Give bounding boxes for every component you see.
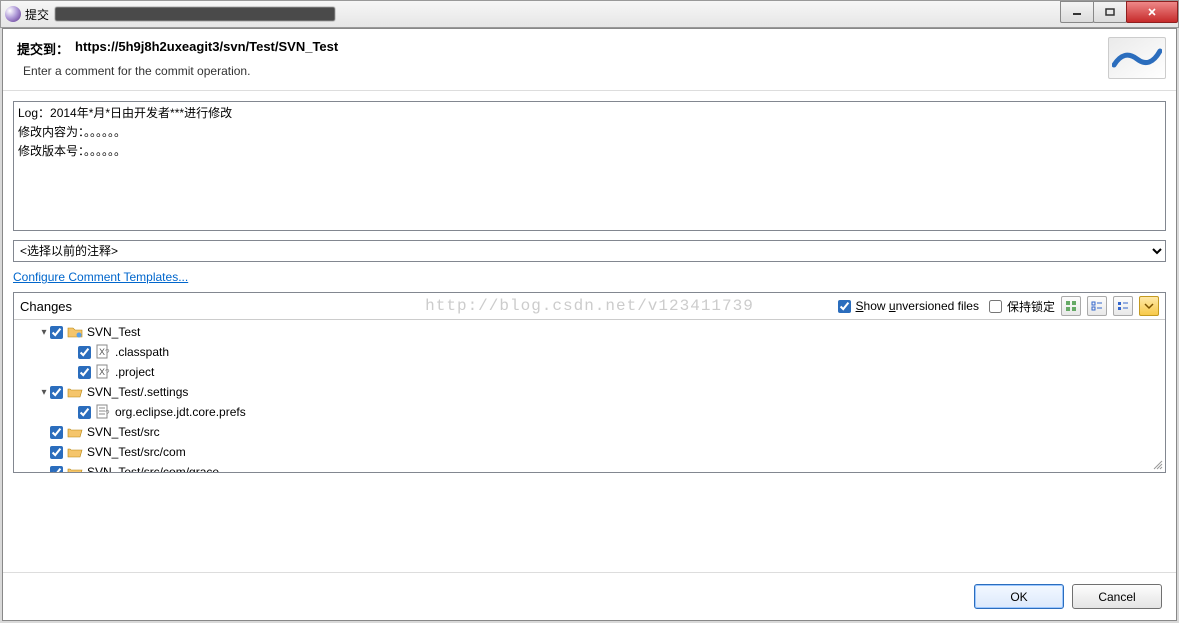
commit-dialog: 提交到： https://5h9j8h2uxeagit3/svn/Test/SV… xyxy=(2,28,1177,621)
commit-hint: Enter a comment for the commit operation… xyxy=(17,64,1162,78)
item-label: SVN_Test/src/com/grace xyxy=(87,465,219,472)
item-label: SVN_Test/src xyxy=(87,425,160,439)
collapse-all-button[interactable] xyxy=(1139,296,1159,316)
changes-panel: Changes http://blog.csdn.net/v123411739 … xyxy=(13,292,1166,473)
svg-text:?: ? xyxy=(105,368,110,377)
tree-row[interactable]: SVN_Test/src/com/grace xyxy=(14,462,1165,472)
item-checkbox[interactable] xyxy=(50,386,63,399)
item-label: org.eclipse.jdt.core.prefs xyxy=(115,405,246,419)
changes-title: Changes xyxy=(20,299,72,314)
item-label: SVN_Test/src/com xyxy=(87,445,186,459)
item-label: .classpath xyxy=(115,345,169,359)
file-prefs-icon: ? xyxy=(95,404,111,420)
item-checkbox[interactable] xyxy=(50,446,63,459)
tree-row[interactable]: X? .classpath xyxy=(14,342,1165,362)
item-checkbox[interactable] xyxy=(78,406,91,419)
keep-lock-option[interactable]: 保持锁定 xyxy=(985,297,1055,316)
ok-button[interactable]: OK xyxy=(974,584,1064,609)
svg-text:?: ? xyxy=(105,348,110,357)
tree-row[interactable]: ? org.eclipse.jdt.core.prefs xyxy=(14,402,1165,422)
titlebar-blur xyxy=(55,7,335,21)
folder-open-icon xyxy=(67,424,83,440)
configure-templates-link[interactable]: Configure Comment Templates... xyxy=(13,270,188,284)
close-button[interactable] xyxy=(1126,1,1178,23)
changes-tree[interactable]: ▾ SVN_Test X? .classpath X? .project ▾ SVN_Test… xyxy=(14,320,1165,472)
expander-icon[interactable]: ▾ xyxy=(38,387,50,398)
item-checkbox[interactable] xyxy=(78,366,91,379)
item-checkbox[interactable] xyxy=(50,426,63,439)
tree-row[interactable]: SVN_Test/src/com xyxy=(14,442,1165,462)
select-all-button[interactable] xyxy=(1087,296,1107,316)
folder-open-icon xyxy=(67,464,83,472)
wizard-logo xyxy=(1108,37,1166,79)
folder-open-icon xyxy=(67,384,83,400)
show-unversioned-label: Show unversioned files xyxy=(856,299,979,313)
previous-comments-select[interactable]: <选择以前的注释> xyxy=(13,240,1166,262)
item-label: SVN_Test/.settings xyxy=(87,385,188,399)
item-label: SVN_Test xyxy=(87,325,140,339)
item-checkbox[interactable] xyxy=(78,346,91,359)
window-title: 提交 xyxy=(25,6,49,23)
commit-url: https://5h9j8h2uxeagit3/svn/Test/SVN_Tes… xyxy=(75,39,338,58)
tree-row[interactable]: X? .project xyxy=(14,362,1165,382)
commit-to-label: 提交到： xyxy=(17,39,69,58)
resize-grip-icon xyxy=(1151,458,1163,470)
show-unversioned-option[interactable]: Show unversioned files xyxy=(834,297,979,316)
keep-lock-checkbox[interactable] xyxy=(989,300,1002,313)
svg-text:?: ? xyxy=(105,409,110,418)
keep-lock-label: 保持锁定 xyxy=(1007,298,1055,315)
deselect-all-button[interactable] xyxy=(1113,296,1133,316)
dialog-footer: OK Cancel xyxy=(3,572,1176,620)
item-label: .project xyxy=(115,365,154,379)
tree-row[interactable]: ▾ SVN_Test xyxy=(14,322,1165,342)
commit-message-input[interactable] xyxy=(13,101,1166,231)
file-q-icon: X? xyxy=(95,364,111,380)
watermark-text: http://blog.csdn.net/v123411739 xyxy=(425,297,754,315)
show-unversioned-checkbox[interactable] xyxy=(838,300,851,313)
dialog-header: 提交到： https://5h9j8h2uxeagit3/svn/Test/SV… xyxy=(3,29,1176,91)
tree-row[interactable]: ▾ SVN_Test/.settings xyxy=(14,382,1165,402)
expander-icon[interactable]: ▾ xyxy=(38,327,50,338)
app-icon xyxy=(5,6,21,22)
maximize-button[interactable] xyxy=(1093,1,1127,23)
tree-view-button[interactable] xyxy=(1061,296,1081,316)
folder-share-icon xyxy=(67,324,83,340)
tree-row[interactable]: SVN_Test/src xyxy=(14,422,1165,442)
item-checkbox[interactable] xyxy=(50,326,63,339)
cancel-button[interactable]: Cancel xyxy=(1072,584,1162,609)
folder-open-icon xyxy=(67,444,83,460)
window-titlebar: 提交 xyxy=(0,0,1179,28)
item-checkbox[interactable] xyxy=(50,466,63,473)
file-q-icon: X? xyxy=(95,344,111,360)
minimize-button[interactable] xyxy=(1060,1,1094,23)
